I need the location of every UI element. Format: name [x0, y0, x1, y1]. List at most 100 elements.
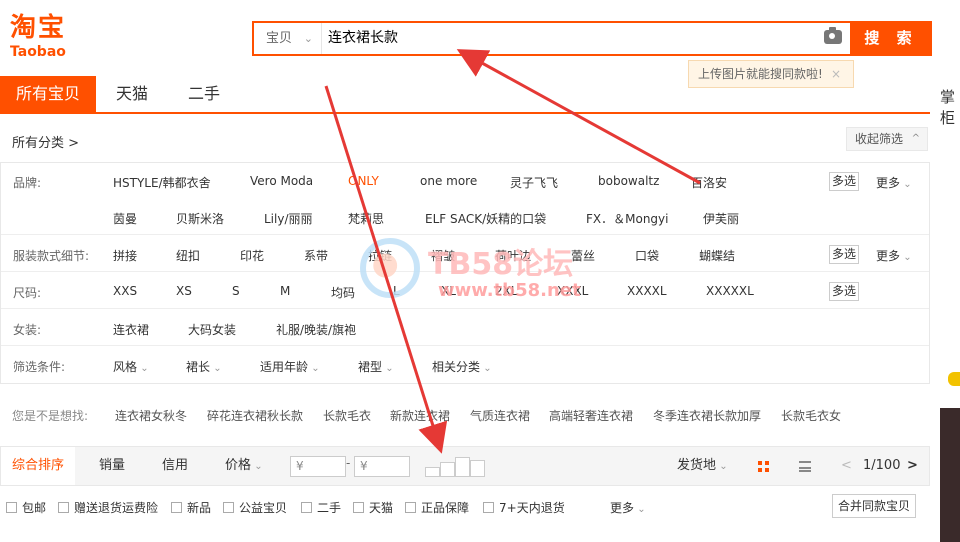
- women-option[interactable]: 礼服/晚装/旗袍: [276, 321, 356, 338]
- brand-multi-select-button[interactable]: 多选: [829, 172, 859, 191]
- price-distribution-selector[interactable]: [425, 457, 487, 477]
- checkbox-free-shipping[interactable]: 包邮: [6, 499, 46, 516]
- size-option[interactable]: S: [232, 284, 240, 298]
- checkbox-charity[interactable]: 公益宝贝: [223, 499, 287, 516]
- brand-option[interactable]: 百洛安: [691, 174, 727, 191]
- women-label: 女装:: [13, 323, 42, 337]
- logo-en: Taobao: [10, 44, 66, 60]
- sort-credit[interactable]: 信用: [162, 447, 188, 485]
- brand-option[interactable]: Vero Moda: [250, 174, 313, 188]
- merge-same-items-button[interactable]: 合并同款宝贝: [832, 494, 916, 518]
- logo-cn: 淘宝: [10, 13, 67, 43]
- taobao-logo[interactable]: 淘宝 Taobao: [10, 14, 66, 60]
- skirt-length-dropdown[interactable]: 裙长: [186, 358, 222, 375]
- size-option[interactable]: 均码: [331, 284, 355, 301]
- brand-option[interactable]: Lily/丽丽: [264, 210, 313, 227]
- all-categories-link[interactable]: 所有分类 >: [12, 132, 79, 151]
- detail-multi-select-button[interactable]: 多选: [829, 245, 859, 264]
- price-segment[interactable]: [440, 462, 455, 477]
- suggestion-link[interactable]: 长款毛衣女: [781, 407, 841, 424]
- brand-option[interactable]: 灵子飞飞: [510, 174, 558, 191]
- skirt-type-dropdown[interactable]: 裙型: [358, 358, 394, 375]
- brand-option[interactable]: ELF SACK/妖精的口袋: [425, 210, 546, 227]
- tab-second-hand[interactable]: 二手: [176, 76, 232, 112]
- search-button[interactable]: 搜 索: [850, 21, 932, 56]
- ship-from-dropdown[interactable]: 发货地: [677, 447, 728, 486]
- detail-option[interactable]: 拼接: [113, 247, 137, 264]
- checkbox-new[interactable]: 新品: [171, 499, 211, 516]
- checkbox-icon: [353, 502, 364, 513]
- price-segment[interactable]: [425, 467, 440, 477]
- detail-option[interactable]: 蝴蝶结: [699, 247, 735, 264]
- prev-page-button[interactable]: <: [841, 447, 852, 485]
- checkbox-icon: [483, 502, 494, 513]
- camera-icon[interactable]: [824, 27, 842, 44]
- detail-option[interactable]: 蕾丝: [571, 247, 595, 264]
- checkbox-authentic[interactable]: 正品保障: [405, 499, 469, 516]
- detail-option[interactable]: 纽扣: [176, 247, 200, 264]
- suggestion-link[interactable]: 新款连衣裙: [390, 407, 450, 424]
- women-option[interactable]: 大码女装: [188, 321, 236, 338]
- brand-option[interactable]: 茵曼: [113, 210, 137, 227]
- checkbox-7day-return[interactable]: 7+天内退货: [483, 499, 565, 516]
- women-option[interactable]: 连衣裙: [113, 321, 149, 338]
- brand-option[interactable]: FX．＆Mongyi: [586, 210, 668, 227]
- next-page-button[interactable]: >: [907, 447, 918, 485]
- search-input[interactable]: 连衣裙长款: [328, 23, 398, 54]
- suggestions-label: 您是不是想找:: [12, 409, 89, 423]
- side-ad-image[interactable]: [940, 408, 960, 542]
- grid-view-icon[interactable]: [758, 461, 770, 473]
- divider: [1, 345, 929, 346]
- suggestion-link[interactable]: 碎花连衣裙秋长款: [207, 407, 303, 424]
- detail-more-button[interactable]: 更多: [876, 247, 912, 264]
- brand-option[interactable]: HSTYLE/韩都衣舍: [113, 174, 211, 191]
- size-multi-select-button[interactable]: 多选: [829, 282, 859, 301]
- brand-option[interactable]: 贝斯米洛: [176, 210, 224, 227]
- collapse-filters-button[interactable]: 收起筛选 ^: [846, 127, 928, 151]
- suggestion-link[interactable]: 连衣裙女秋冬: [115, 407, 187, 424]
- size-option[interactable]: XS: [176, 284, 192, 298]
- search-scope-select[interactable]: 宝贝 ⌄: [254, 23, 322, 54]
- checkbox-second-hand[interactable]: 二手: [301, 499, 341, 516]
- brand-option[interactable]: one more: [420, 174, 477, 188]
- checkbox-label: 二手: [317, 501, 342, 515]
- sort-sales[interactable]: 销量: [99, 447, 125, 485]
- checkbox-label: 正品保障: [421, 501, 470, 515]
- size-option[interactable]: XXXXL: [627, 284, 667, 298]
- chevron-up-icon: ^: [911, 133, 920, 144]
- price-segment[interactable]: [455, 457, 470, 477]
- checkbox-tmall[interactable]: 天猫: [353, 499, 393, 516]
- size-option[interactable]: M: [280, 284, 290, 298]
- search-tabs: 所有宝贝 天猫 二手: [0, 76, 930, 114]
- age-dropdown[interactable]: 适用年龄: [260, 358, 320, 375]
- brand-option[interactable]: 伊芙丽: [703, 210, 739, 227]
- checkbox-label: 包邮: [22, 501, 47, 515]
- size-option[interactable]: XXS: [113, 284, 137, 298]
- tab-tmall[interactable]: 天猫: [104, 76, 160, 112]
- price-min-input[interactable]: ¥: [290, 456, 346, 477]
- price-segment[interactable]: [470, 460, 485, 477]
- detail-option[interactable]: 印花: [240, 247, 264, 264]
- price-max-input[interactable]: ¥: [354, 456, 410, 477]
- style-dropdown[interactable]: 风格: [113, 358, 149, 375]
- suggestion-link[interactable]: 冬季连衣裙长款加厚: [653, 407, 761, 424]
- suggestion-link[interactable]: 高端轻奢连衣裙: [549, 407, 633, 424]
- related-category-dropdown[interactable]: 相关分类: [432, 358, 492, 375]
- list-view-icon[interactable]: [799, 461, 811, 472]
- sort-price[interactable]: 价格: [225, 447, 263, 485]
- suggestion-link[interactable]: 长款毛衣: [323, 407, 371, 424]
- checkbox-return-insurance[interactable]: 赠送退货运费险: [58, 499, 158, 516]
- more-options-dropdown[interactable]: 更多: [610, 499, 646, 516]
- tab-all-items[interactable]: 所有宝贝: [0, 76, 96, 112]
- detail-option[interactable]: 口袋: [635, 247, 659, 264]
- suggestion-link[interactable]: 气质连衣裙: [470, 407, 530, 424]
- brand-option[interactable]: 梵莉思: [348, 210, 384, 227]
- sort-default[interactable]: 综合排序: [1, 447, 75, 485]
- detail-option[interactable]: 系带: [304, 247, 328, 264]
- brand-option[interactable]: bobowaltz: [598, 174, 659, 188]
- brand-option[interactable]: ONLY: [348, 174, 379, 188]
- side-mascot-icon[interactable]: [948, 372, 960, 386]
- size-option[interactable]: XXXXXL: [706, 284, 754, 298]
- checkbox-label: 公益宝贝: [239, 501, 288, 515]
- brand-more-button[interactable]: 更多: [876, 174, 912, 191]
